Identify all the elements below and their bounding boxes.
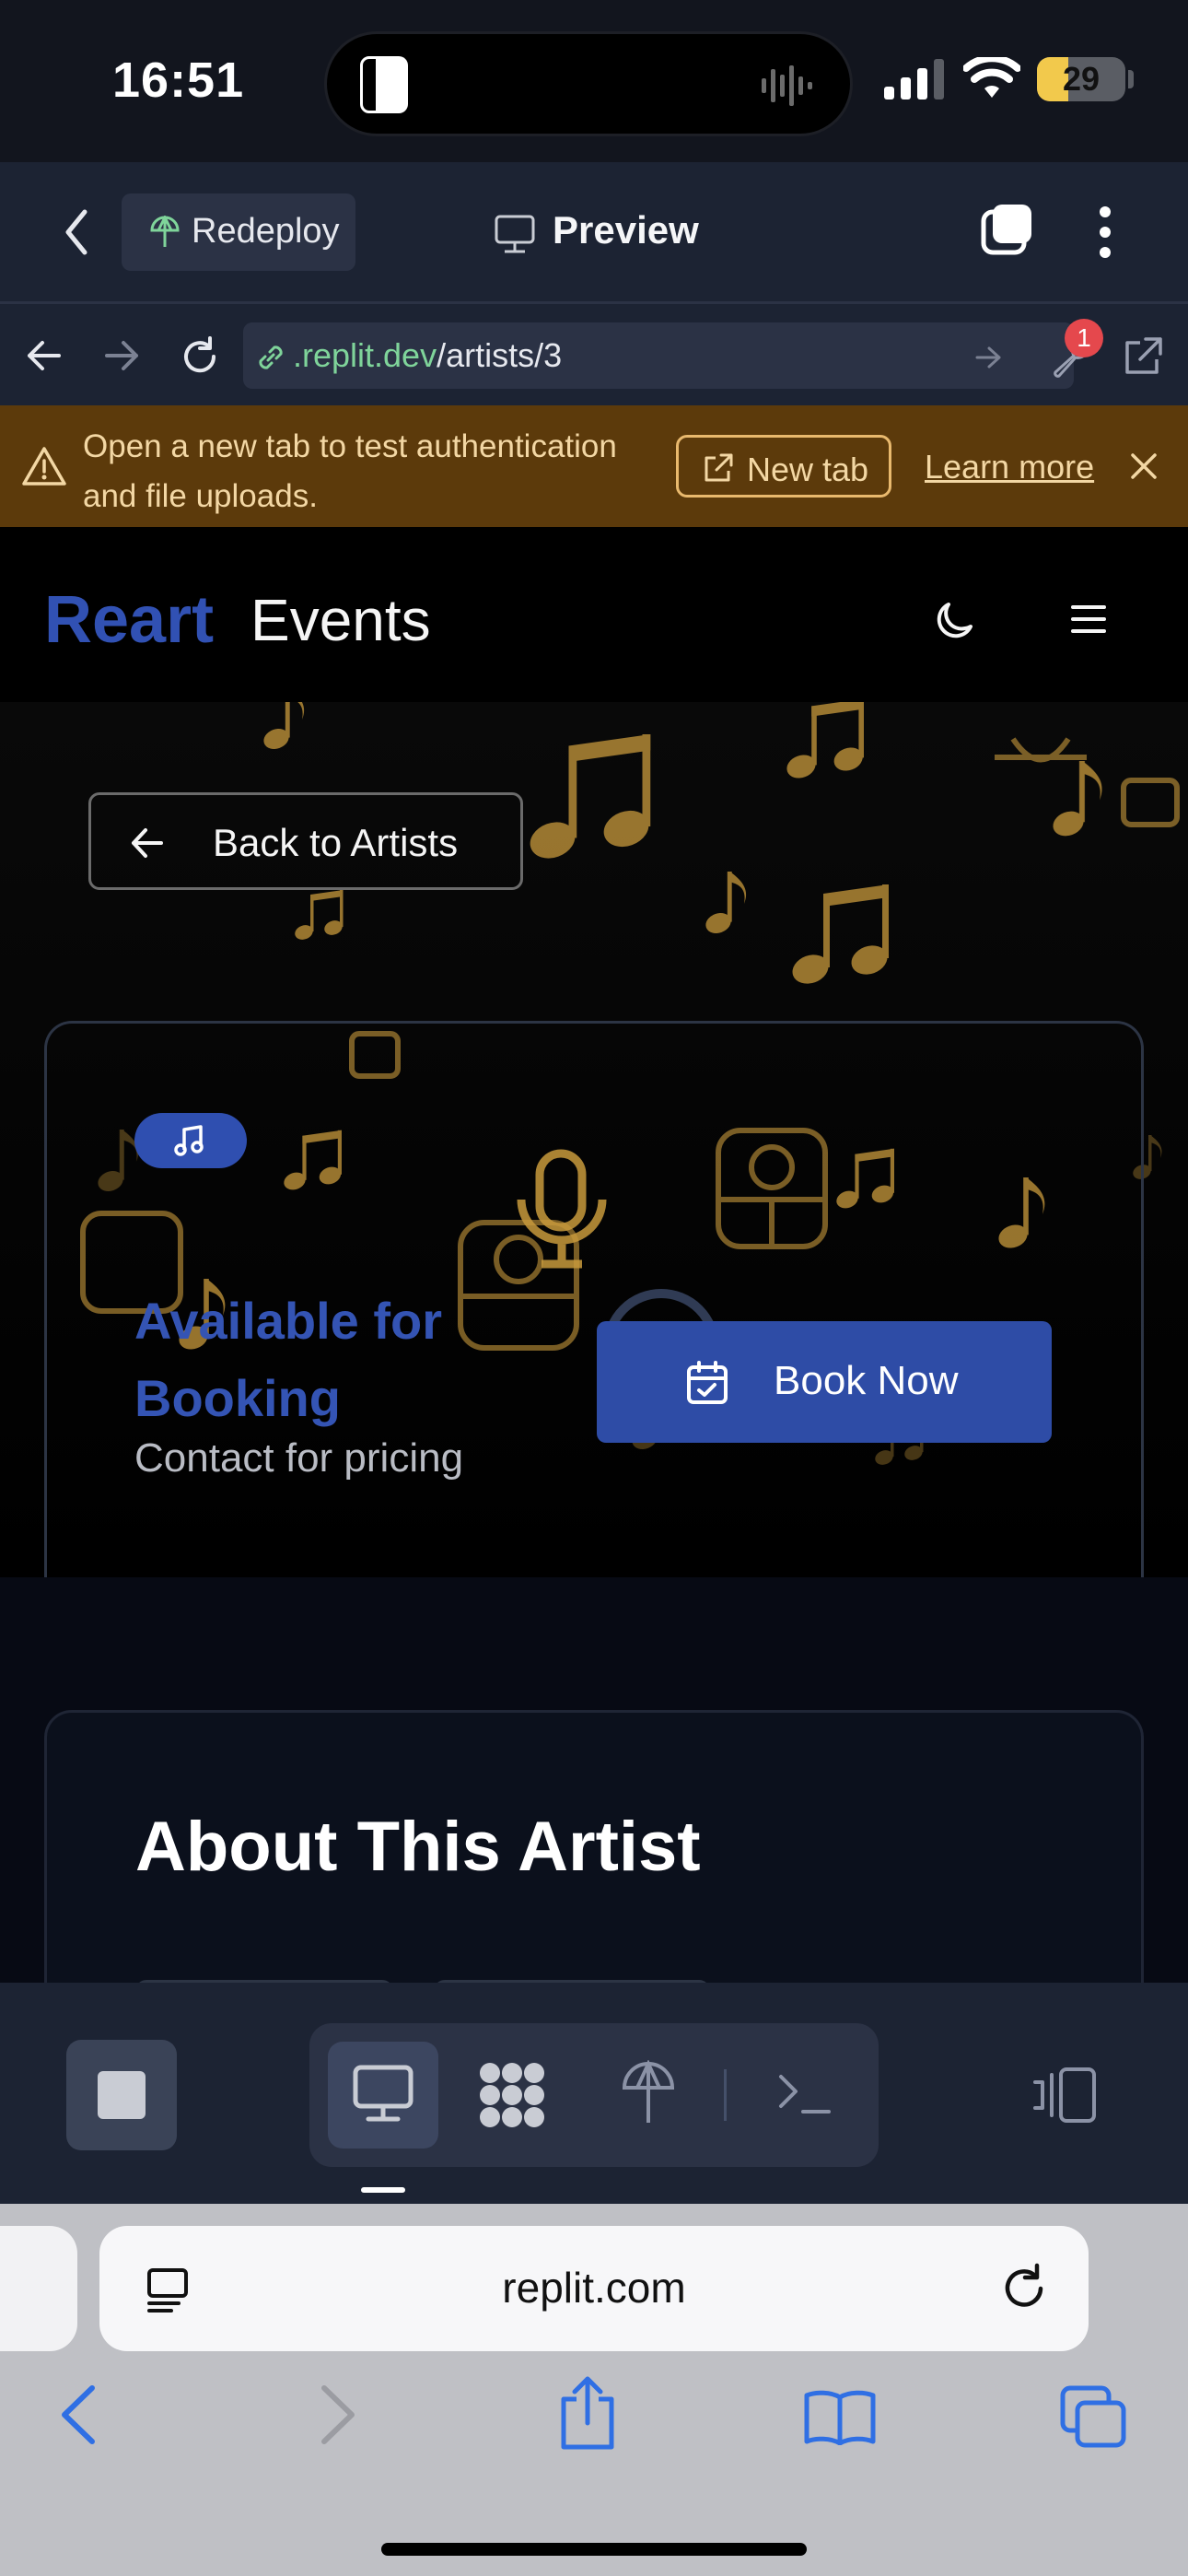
preview-tab[interactable]: Preview bbox=[492, 201, 713, 265]
brand-logo-primary[interactable]: Reart bbox=[44, 582, 214, 658]
about-title: About This Artist bbox=[135, 1808, 701, 1886]
device-switch-icon[interactable] bbox=[1031, 2066, 1098, 2125]
about-card: About This Artist bbox=[44, 1710, 1144, 1983]
monitor-icon bbox=[353, 2065, 413, 2122]
safari-forward-icon[interactable] bbox=[317, 2383, 359, 2447]
book-now-label: Book Now bbox=[774, 1358, 959, 1403]
go-arrow-icon[interactable] bbox=[974, 345, 1002, 370]
battery-icon: 29 bbox=[1037, 57, 1125, 101]
banner-message: Open a new tab to test authentication an… bbox=[83, 428, 617, 514]
status-bar: 16:51 29 bbox=[0, 0, 1188, 162]
audio-wave-icon bbox=[762, 65, 812, 106]
redeploy-label: Redeploy bbox=[192, 212, 340, 251]
bookmarks-icon[interactable] bbox=[803, 2388, 877, 2445]
back-to-artists-label: Back to Artists bbox=[213, 821, 459, 864]
auth-warning-banner: Open a new tab to test authentication an… bbox=[0, 405, 1188, 527]
previous-tab-preview[interactable] bbox=[0, 2226, 77, 2351]
app-icon bbox=[360, 56, 408, 113]
about-section: About This Artist bbox=[0, 1577, 1188, 1983]
brand-logo-secondary[interactable]: Events bbox=[250, 586, 431, 654]
notification-badge: 1 bbox=[1065, 319, 1103, 357]
status-time: 16:51 bbox=[112, 53, 245, 108]
hamburger-menu-icon[interactable] bbox=[1070, 603, 1107, 636]
home-indicator bbox=[381, 2543, 807, 2556]
back-arrow-icon[interactable] bbox=[26, 337, 63, 374]
dynamic-island bbox=[324, 31, 853, 136]
deploy-icon bbox=[150, 216, 180, 247]
safari-url-text: replit.com bbox=[502, 2264, 686, 2312]
close-icon[interactable] bbox=[1129, 451, 1159, 481]
chevron-left-icon[interactable] bbox=[61, 206, 92, 258]
redeploy-button[interactable]: Redeploy bbox=[122, 193, 355, 271]
new-tab-button[interactable]: New tab bbox=[676, 435, 891, 498]
more-options-icon[interactable] bbox=[1096, 205, 1114, 260]
monitor-icon bbox=[495, 215, 535, 253]
link-icon bbox=[259, 345, 283, 369]
tool-divider bbox=[724, 2069, 727, 2121]
learn-more-link[interactable]: Learn more bbox=[925, 448, 1094, 486]
replit-header: Redeploy Preview bbox=[0, 162, 1188, 304]
site-preview: Reart Events Back to Artists Available f… bbox=[0, 527, 1188, 1983]
safari-address-field[interactable]: replit.com bbox=[99, 2226, 1089, 2351]
tabs-icon[interactable] bbox=[980, 203, 1035, 258]
music-note-icon bbox=[174, 1125, 204, 1156]
url-input[interactable]: .replit.dev/artists/3 bbox=[243, 322, 1074, 389]
shell-icon[interactable] bbox=[777, 2071, 833, 2117]
new-tab-label: New tab bbox=[747, 451, 869, 488]
cellular-signal-icon bbox=[884, 59, 944, 100]
warning-icon bbox=[22, 447, 66, 486]
replit-toolbar bbox=[0, 1983, 1188, 2204]
stop-button[interactable] bbox=[66, 2040, 177, 2150]
music-category-badge bbox=[134, 1113, 247, 1168]
reload-icon[interactable] bbox=[998, 2263, 1050, 2314]
safari-tabs-icon[interactable] bbox=[1059, 2384, 1127, 2449]
site-navbar: Reart Events bbox=[0, 527, 1188, 702]
url-host: .replit.dev bbox=[293, 336, 437, 374]
availability-status: Available for Booking bbox=[134, 1292, 443, 1427]
active-tool-indicator bbox=[361, 2187, 405, 2193]
pricing-text: Contact for pricing bbox=[134, 1435, 464, 1481]
back-to-artists-button[interactable]: Back to Artists bbox=[88, 792, 523, 890]
wifi-icon bbox=[963, 57, 1020, 98]
deploy-icon[interactable] bbox=[621, 2060, 676, 2126]
calendar-check-icon bbox=[687, 1361, 728, 1404]
safari-back-icon[interactable] bbox=[57, 2383, 99, 2447]
browser-url-bar: .replit.dev/artists/3 bbox=[0, 304, 1188, 405]
packages-icon[interactable] bbox=[477, 2062, 547, 2128]
open-external-icon[interactable] bbox=[1122, 335, 1164, 378]
open-external-icon bbox=[705, 453, 733, 482]
forward-arrow-icon[interactable] bbox=[103, 337, 140, 374]
safari-bottom-bar: replit.com bbox=[0, 2204, 1188, 2576]
battery-level: 29 bbox=[1062, 60, 1101, 98]
url-path: /artists/3 bbox=[437, 336, 563, 374]
preview-label: Preview bbox=[553, 208, 699, 252]
stop-icon bbox=[98, 2071, 146, 2119]
book-now-button[interactable]: Book Now bbox=[597, 1321, 1052, 1443]
share-icon[interactable] bbox=[556, 2375, 619, 2451]
tool-switcher bbox=[309, 2023, 879, 2167]
preview-tool-button[interactable] bbox=[328, 2042, 438, 2149]
arrow-left-icon bbox=[132, 828, 163, 858]
moon-icon[interactable] bbox=[934, 597, 978, 641]
reload-icon[interactable] bbox=[179, 335, 221, 378]
